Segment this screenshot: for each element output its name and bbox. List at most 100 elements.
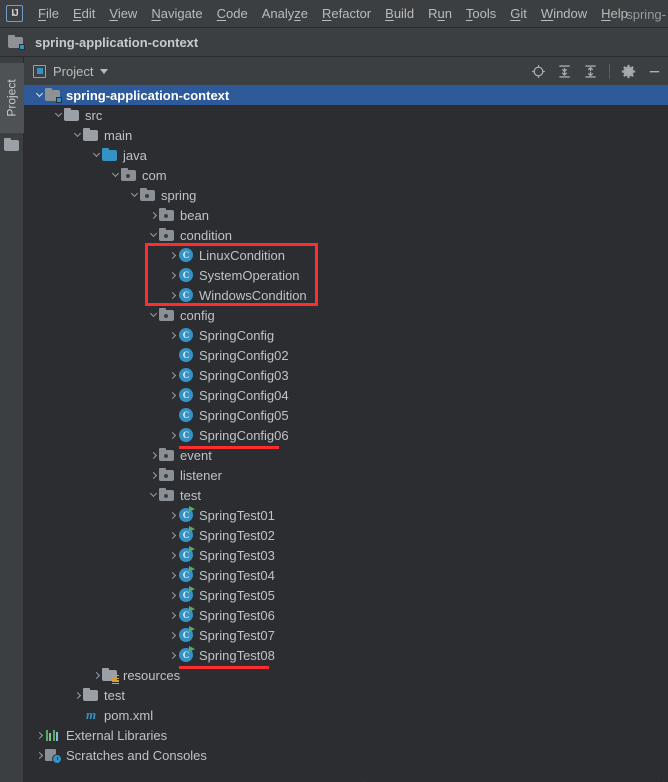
runnable-class-icon: C [178, 626, 195, 643]
scratches-icon [45, 747, 62, 764]
tree-node-spring-application-context[interactable]: spring-application-context [24, 85, 668, 105]
menu-code[interactable]: Code [210, 3, 255, 24]
tree-node-windowscondition[interactable]: C WindowsCondition [24, 285, 668, 305]
tree-node-label: WindowsCondition [199, 287, 307, 303]
tree-node-listener[interactable]: listener [24, 465, 668, 485]
chevron-right-icon[interactable] [72, 685, 83, 705]
menu-file[interactable]: File [31, 3, 66, 24]
tree-node-label: listener [180, 467, 222, 483]
chevron-right-icon[interactable] [167, 645, 178, 665]
tree-node-scratches-and-consoles[interactable]: Scratches and Consoles [24, 745, 668, 765]
tree-node-springconfig04[interactable]: C SpringConfig04 [24, 385, 668, 405]
tree-node-java[interactable]: java [24, 145, 668, 165]
chevron-right-icon[interactable] [167, 385, 178, 405]
collapse-all-icon[interactable] [583, 64, 598, 79]
menu-navigate[interactable]: Navigate [144, 3, 209, 24]
tree-node-test[interactable]: test [24, 685, 668, 705]
tree-node-spring[interactable]: spring [24, 185, 668, 205]
menu-build[interactable]: Build [378, 3, 421, 24]
chevron-right-icon[interactable] [167, 565, 178, 585]
tree-node-com[interactable]: com [24, 165, 668, 185]
chevron-down-icon[interactable] [129, 185, 140, 205]
tree-node-label: Scratches and Consoles [66, 747, 207, 763]
chevron-down-icon[interactable] [110, 165, 121, 185]
chevron-right-icon[interactable] [167, 505, 178, 525]
tree-node-label: SpringConfig [199, 327, 275, 343]
chevron-right-icon[interactable] [167, 525, 178, 545]
chevron-right-icon[interactable] [167, 325, 178, 345]
tree-node-springtest07[interactable]: C SpringTest07 [24, 625, 668, 645]
tree-node-systemoperation[interactable]: C SystemOperation [24, 265, 668, 285]
resources-folder-icon [102, 667, 119, 685]
gear-icon[interactable] [621, 64, 636, 79]
chevron-right-icon[interactable] [167, 545, 178, 565]
tree-node-src[interactable]: src [24, 105, 668, 125]
tree-node-springconfig06[interactable]: C SpringConfig06 [24, 425, 668, 445]
expand-all-icon[interactable] [557, 64, 572, 79]
tree-node-external-libraries[interactable]: External Libraries [24, 725, 668, 745]
chevron-right-icon[interactable] [167, 425, 178, 445]
tree-node-event[interactable]: event [24, 445, 668, 465]
tree-node-label: pom.xml [104, 707, 154, 723]
tree-node-pom-xml[interactable]: m pom.xml [24, 705, 668, 725]
tree-node-linuxcondition[interactable]: C LinuxCondition [24, 245, 668, 265]
chevron-right-icon[interactable] [167, 365, 178, 385]
chevron-right-icon[interactable] [167, 585, 178, 605]
chevron-down-icon[interactable] [91, 145, 102, 165]
chevron-right-icon[interactable] [148, 445, 159, 465]
tree-node-springtest04[interactable]: C SpringTest04 [24, 565, 668, 585]
runnable-class-icon: C [178, 526, 195, 543]
chevron-down-icon[interactable] [148, 485, 159, 505]
chevron-right-icon[interactable] [148, 205, 159, 225]
menu-refactor[interactable]: Refactor [315, 3, 378, 24]
chevron-right-icon[interactable] [167, 245, 178, 265]
tree-node-label: SpringConfig04 [199, 387, 289, 403]
tree-node-label: event [180, 447, 212, 463]
menu-analyze[interactable]: Analyze [255, 3, 315, 24]
chevron-right-icon[interactable] [167, 605, 178, 625]
chevron-right-icon[interactable] [34, 725, 45, 745]
runnable-class-icon: C [178, 546, 195, 563]
tree-node-springtest06[interactable]: C SpringTest06 [24, 605, 668, 625]
chevron-down-icon[interactable] [148, 305, 159, 325]
chevron-right-icon[interactable] [34, 745, 45, 765]
tree-node-springconfig03[interactable]: C SpringConfig03 [24, 365, 668, 385]
chevron-right-icon[interactable] [167, 265, 178, 285]
menu-window[interactable]: Window [534, 3, 594, 24]
tree-node-springtest01[interactable]: C SpringTest01 [24, 505, 668, 525]
menu-tools[interactable]: Tools [459, 3, 503, 24]
tree-node-springtest02[interactable]: C SpringTest02 [24, 525, 668, 545]
tree-node-resources[interactable]: resources [24, 665, 668, 685]
menu-run[interactable]: Run [421, 3, 459, 24]
tree-node-test[interactable]: test [24, 485, 668, 505]
tool-window-button-project[interactable]: Project [0, 63, 24, 133]
menu-git[interactable]: Git [503, 3, 534, 24]
menu-view[interactable]: View [102, 3, 144, 24]
tree-node-main[interactable]: main [24, 125, 668, 145]
tree-node-bean[interactable]: bean [24, 205, 668, 225]
tree-node-condition[interactable]: condition [24, 225, 668, 245]
chevron-right-icon[interactable] [167, 285, 178, 305]
locate-icon[interactable] [531, 64, 546, 79]
minimize-icon[interactable] [647, 64, 662, 79]
tree-node-label: LinuxCondition [199, 247, 286, 263]
chevron-down-icon[interactable] [148, 225, 159, 245]
chevron-right-icon[interactable] [167, 625, 178, 645]
chevron-down-icon[interactable] [34, 85, 45, 105]
chevron-right-icon[interactable] [148, 465, 159, 485]
tree-node-springconfig[interactable]: C SpringConfig [24, 325, 668, 345]
menu-edit[interactable]: Edit [66, 3, 102, 24]
tree-node-springtest05[interactable]: C SpringTest05 [24, 585, 668, 605]
tree-node-springtest03[interactable]: C SpringTest03 [24, 545, 668, 565]
chevron-right-icon[interactable] [91, 665, 102, 685]
tree-node-springconfig02[interactable]: C SpringConfig02 [24, 345, 668, 365]
tree-node-springtest08[interactable]: C SpringTest08 [24, 645, 668, 665]
chevron-down-icon[interactable] [72, 125, 83, 145]
tree-node-config[interactable]: config [24, 305, 668, 325]
folder-icon[interactable] [4, 137, 20, 153]
tree-node-springconfig05[interactable]: C SpringConfig05 [24, 405, 668, 425]
chevron-down-icon[interactable] [100, 68, 109, 74]
module-folder-icon [8, 34, 25, 50]
project-tree[interactable]: spring-application-context src main java com… [24, 85, 668, 782]
chevron-down-icon[interactable] [53, 105, 64, 125]
